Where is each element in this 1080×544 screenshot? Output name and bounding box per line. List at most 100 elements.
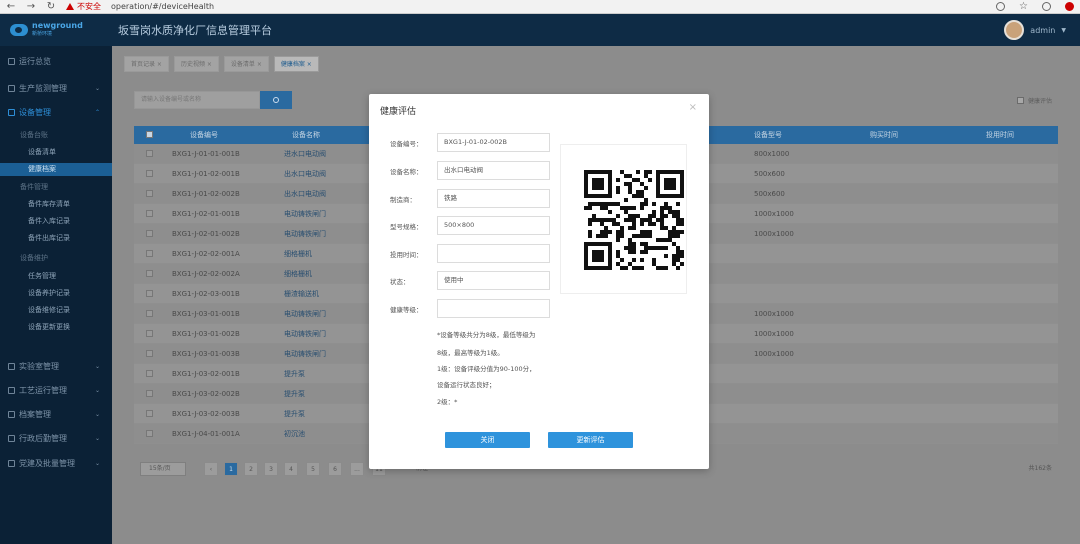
sidebar-item-repair[interactable]: 设备维修记录 [0, 304, 112, 317]
folder-icon [8, 410, 15, 418]
page-size-select[interactable]: 15条/页 [140, 462, 186, 476]
col-device-model[interactable]: 设备型号 [754, 126, 782, 144]
sidebar-item-process[interactable]: 工艺运行管理 ⌄ [0, 383, 112, 397]
forward-icon[interactable]: → [26, 1, 36, 12]
address-bar[interactable]: operation/#/deviceHealth [111, 2, 214, 11]
sidebar-item-health-archive[interactable]: 健康档案 [0, 163, 112, 176]
health-check-label: 健康评估 [1027, 98, 1052, 105]
row-checkbox[interactable] [146, 370, 153, 377]
grade-note-line: 1级：设备评级分值为90-100分， [437, 365, 536, 373]
row-checkbox[interactable] [146, 230, 153, 237]
search-icon [273, 97, 279, 103]
update-assessment-button[interactable]: 更新评估 [548, 432, 633, 448]
logo[interactable]: newground 新桥环境 [0, 14, 112, 46]
app-header: newground 新桥环境 坂雪岗水质净化厂信息管理平台 admin ▼ [0, 14, 1080, 46]
chevron-icon: ⌃ [94, 108, 100, 116]
health-assessment-dialog: 健康评估 × 设备编号： BXG1-J-01-02-002B 设备名称： 出水口… [369, 94, 709, 469]
logo-text-cn: 新桥环境 [32, 31, 53, 37]
row-checkbox[interactable] [146, 350, 153, 357]
total-count: 共162条 [1028, 465, 1052, 472]
col-device-code[interactable]: 设备编号 [190, 126, 218, 144]
user-menu[interactable]: admin ▼ [1004, 20, 1080, 40]
select-all-checkbox[interactable] [146, 131, 153, 138]
sidebar-item-upkeep[interactable]: 设备养护记录 [0, 287, 112, 300]
sidebar-item-overview[interactable]: 运行总览 [0, 54, 112, 68]
page-6[interactable]: 6 [328, 462, 342, 476]
sidebar-item-replace[interactable]: 设备更新更换 [0, 321, 112, 334]
monitor-icon [8, 84, 15, 92]
row-checkbox[interactable] [146, 210, 153, 217]
close-button[interactable]: 关闭 [445, 432, 530, 448]
sidebar-item-archive[interactable]: 档案管理 ⌄ [0, 407, 112, 421]
sidebar-item-equipment[interactable]: 设备管理 ⌃ [0, 105, 112, 119]
label-device-name: 设备名称： [390, 168, 423, 176]
page-3[interactable]: 3 [264, 462, 278, 476]
tab-device-list[interactable]: 设备清单 × [223, 56, 269, 72]
row-checkbox[interactable] [146, 330, 153, 337]
profile-icon[interactable] [1042, 2, 1051, 11]
prev-page-icon[interactable]: ‹ [204, 462, 218, 476]
row-checkbox[interactable] [146, 410, 153, 417]
col-purchase-time[interactable]: 购买时间 [870, 126, 898, 144]
sidebar-item-monitoring[interactable]: 生产监测管理 ⌄ [0, 81, 112, 95]
row-checkbox[interactable] [146, 390, 153, 397]
row-checkbox[interactable] [146, 190, 153, 197]
grade-note-line: 8级，最高等级为1级。 [437, 349, 504, 357]
grade-note-line: 2级：* [437, 398, 458, 406]
manufacturer-field[interactable]: 铁路 [437, 189, 550, 208]
security-warning[interactable]: 不安全 [66, 1, 101, 12]
reload-icon[interactable]: ↻ [46, 1, 56, 12]
avatar[interactable] [1004, 20, 1025, 40]
chevron-icon: ⌄ [94, 410, 100, 418]
health-level-field[interactable] [437, 299, 550, 318]
row-checkbox[interactable] [146, 290, 153, 297]
sidebar-item-device-list[interactable]: 设备清单 [0, 146, 112, 159]
status-field[interactable]: 使用中 [437, 271, 550, 290]
search-input[interactable]: 请输入设备编号或名称 [134, 91, 260, 109]
back-icon[interactable]: ← [6, 1, 16, 12]
grid-icon [8, 57, 15, 65]
sidebar-item-spare-stock[interactable]: 备件库存清单 [0, 198, 112, 211]
page-ellipsis[interactable]: ... [350, 462, 364, 476]
extension-icon[interactable] [1065, 2, 1074, 11]
chevron-icon: ⌄ [94, 459, 100, 467]
search-icon[interactable] [996, 2, 1006, 11]
qr-code-panel [560, 144, 687, 294]
sidebar-item-spare-out[interactable]: 备件出库记录 [0, 232, 112, 245]
star-icon[interactable]: ☆ [1019, 2, 1028, 12]
sidebar-item-tasks[interactable]: 任务管理 [0, 270, 112, 283]
model-field[interactable]: 500×800 [437, 216, 550, 235]
sidebar-item-lab[interactable]: 实验室管理 ⌄ [0, 359, 112, 373]
page-1[interactable]: 1 [224, 462, 238, 476]
tab-home-records[interactable]: 首页记录 × [124, 56, 169, 72]
row-checkbox[interactable] [146, 310, 153, 317]
col-service-time[interactable]: 投用时间 [986, 126, 1014, 144]
label-service-time: 投用时间： [390, 251, 423, 259]
sidebar-item-admin[interactable]: 行政后勤管理 ⌄ [0, 431, 112, 445]
gear-icon [8, 108, 15, 116]
device-code-field[interactable]: BXG1-J-01-02-002B [437, 133, 550, 152]
checkbox[interactable] [1016, 97, 1024, 104]
page-4[interactable]: 4 [284, 462, 298, 476]
service-time-field[interactable] [437, 244, 550, 263]
tab-health-archive[interactable]: 健康档案 × [273, 56, 319, 72]
tab-history-video[interactable]: 历史视频 × [173, 56, 219, 72]
close-icon[interactable]: × [689, 102, 697, 113]
page-2[interactable]: 2 [244, 462, 258, 476]
device-name-field[interactable]: 出水口电动阀 [437, 161, 550, 180]
row-checkbox[interactable] [146, 270, 153, 277]
page-5[interactable]: 5 [306, 462, 320, 476]
row-checkbox[interactable] [146, 250, 153, 257]
label-model: 型号规格： [390, 223, 423, 231]
health-check-toggle[interactable]: 健康评估 [1016, 96, 1052, 105]
col-device-name[interactable]: 设备名称 [292, 126, 320, 144]
flag-icon [8, 459, 15, 467]
row-checkbox[interactable] [146, 430, 153, 437]
sidebar-item-party[interactable]: 党建及批量管理 ⌄ [0, 456, 112, 470]
sidebar-item-spare-in[interactable]: 备件入库记录 [0, 215, 112, 228]
row-checkbox[interactable] [146, 170, 153, 177]
chevron-icon: ⌄ [94, 362, 100, 370]
sidebar-group-spares: 备件管理 [20, 183, 48, 191]
search-button[interactable] [260, 91, 292, 109]
row-checkbox[interactable] [146, 150, 153, 157]
